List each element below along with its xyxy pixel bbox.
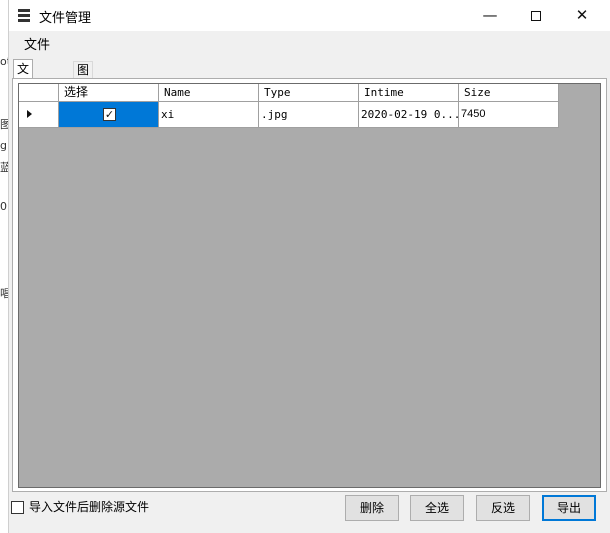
tab-image-browse[interactable]: 图片浏览 — [73, 61, 94, 125]
table-row[interactable]: ✓ xi .jpg 2020-02-19 0... 7450 — [19, 102, 559, 128]
row-header-corner — [19, 84, 59, 102]
window-title: 文件管理 — [39, 11, 92, 26]
file-grid[interactable]: 选择 Name Type Intime Size ✓ xi .jpg 2020-… — [18, 83, 601, 488]
current-row-arrow-icon — [27, 110, 32, 118]
export-button[interactable]: 导出 — [542, 495, 596, 521]
grid-header: 选择 Name Type Intime Size — [19, 84, 559, 102]
tab-panel: 选择 Name Type Intime Size ✓ xi .jpg 2020-… — [12, 78, 607, 492]
size-cell[interactable]: 7450 — [459, 102, 559, 128]
row-header[interactable] — [19, 102, 59, 128]
tab-file-list[interactable]: 文件列表 — [13, 59, 34, 130]
select-cell[interactable]: ✓ — [59, 102, 159, 128]
title-bar[interactable]: 文件管理 — ✕ — [9, 0, 610, 31]
menu-item-file[interactable]: 文件 — [17, 37, 57, 55]
delete-button[interactable]: 删除 — [345, 495, 399, 521]
file-manager-window: 文件管理 — ✕ 文件 文件列表 图片浏览 选择 Name Type Intim… — [8, 0, 610, 533]
close-button[interactable]: ✕ — [559, 0, 605, 31]
column-header-type[interactable]: Type — [259, 84, 359, 102]
delete-source-label[interactable]: 导入文件后删除源文件 — [29, 499, 149, 516]
row-select-checkbox[interactable]: ✓ — [103, 108, 116, 121]
background-fragment: 01 — [0, 200, 8, 213]
background-fragment: g| — [0, 139, 8, 152]
menu-bar: 文件 — [9, 35, 610, 57]
minimize-button[interactable]: — — [467, 0, 513, 31]
invert-selection-button[interactable]: 反选 — [476, 495, 530, 521]
column-header-intime[interactable]: Intime — [359, 84, 459, 102]
background-fragment: 蓝 — [0, 161, 8, 174]
name-cell[interactable]: xi — [159, 102, 259, 128]
type-cell[interactable]: .jpg — [259, 102, 359, 128]
column-header-select[interactable]: 选择 — [59, 84, 159, 102]
square-icon — [531, 10, 541, 21]
intime-cell[interactable]: 2020-02-19 0... — [359, 102, 459, 128]
background-fragment: 图 — [0, 118, 8, 131]
maximize-button[interactable] — [513, 0, 559, 31]
column-header-name[interactable]: Name — [159, 84, 259, 102]
server-stack-icon — [18, 9, 30, 22]
select-all-button[interactable]: 全选 — [410, 495, 464, 521]
background-fragment: 唱 — [0, 287, 8, 300]
delete-source-checkbox[interactable] — [11, 501, 24, 514]
column-header-size[interactable]: Size — [459, 84, 559, 102]
background-fragment: ot — [0, 55, 8, 68]
